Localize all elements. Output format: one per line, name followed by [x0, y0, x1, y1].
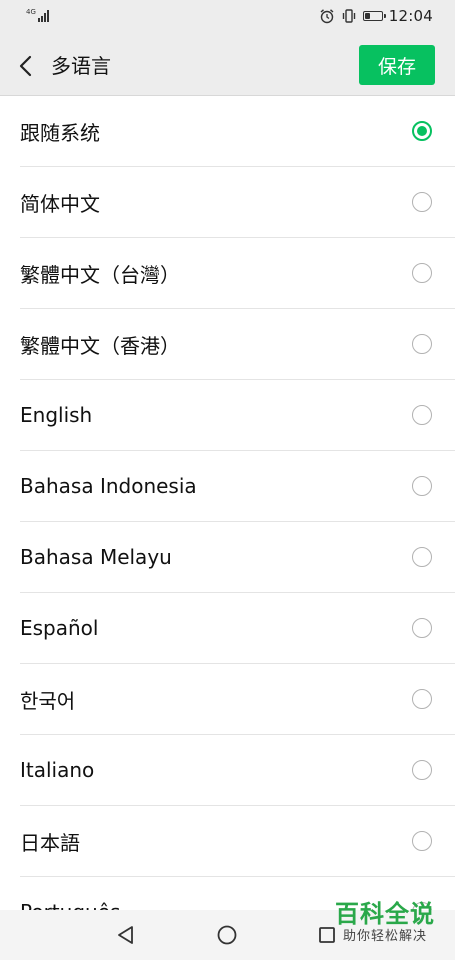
radio-unchecked-icon[interactable]: [412, 405, 432, 425]
nav-home-button[interactable]: [214, 922, 240, 948]
language-option[interactable]: Bahasa Indonesia: [20, 451, 455, 522]
page-title: 多语言: [51, 54, 111, 78]
signal-indicator: 4G: [26, 8, 49, 22]
language-option[interactable]: 한국어: [20, 664, 455, 735]
radio-unchecked-icon[interactable]: [412, 689, 432, 709]
language-label: 日本語: [20, 830, 80, 855]
language-label: Bahasa Indonesia: [20, 474, 197, 498]
back-button[interactable]: [10, 46, 42, 86]
nav-back-button[interactable]: [113, 922, 139, 948]
radio-unchecked-icon[interactable]: [412, 263, 432, 283]
language-option[interactable]: Español: [20, 593, 455, 664]
language-label: 繁體中文（香港）: [20, 333, 180, 358]
status-bar: 4G 12:04: [0, 0, 455, 36]
language-list: 跟随系统简体中文繁體中文（台灣） 繁體中文（香港） English Bahasa In…: [0, 96, 455, 910]
radio-checked-icon[interactable]: [412, 121, 432, 141]
language-option[interactable]: 繁體中文（台灣）: [20, 238, 455, 309]
chevron-left-icon: [19, 55, 32, 77]
signal-icon: [37, 8, 49, 22]
radio-unchecked-icon[interactable]: [412, 760, 432, 780]
circle-home-icon: [217, 925, 237, 945]
vibrate-icon: [341, 8, 357, 24]
language-option[interactable]: 简体中文: [20, 167, 455, 238]
language-option[interactable]: English: [20, 380, 455, 451]
language-label: 繁體中文（台灣）: [20, 262, 180, 287]
language-option[interactable]: 跟随系统: [20, 96, 455, 167]
language-label: Bahasa Melayu: [20, 545, 172, 569]
language-label: English: [20, 403, 93, 427]
language-label: Español: [20, 616, 99, 640]
radio-unchecked-icon[interactable]: [412, 618, 432, 638]
language-option[interactable]: Italiano: [20, 735, 455, 806]
language-label: 简体中文: [20, 191, 100, 216]
language-option[interactable]: 繁體中文（香港）: [20, 309, 455, 380]
radio-unchecked-icon[interactable]: [412, 476, 432, 496]
language-label: 한국어: [20, 688, 76, 713]
language-label: Italiano: [20, 758, 95, 782]
watermark-logo: 百科全说 助你轻松解决: [329, 900, 441, 954]
radio-unchecked-icon[interactable]: [412, 831, 432, 851]
radio-unchecked-icon[interactable]: [412, 334, 432, 354]
title-bar: 多语言 保存: [0, 36, 455, 96]
triangle-back-icon: [118, 926, 133, 944]
language-option[interactable]: Bahasa Melayu: [20, 522, 455, 593]
network-type: 4G: [26, 8, 36, 16]
language-option[interactable]: 日本語: [20, 806, 455, 877]
alarm-icon: [319, 8, 335, 24]
battery-icon: [362, 11, 386, 21]
save-button[interactable]: 保存: [359, 45, 435, 85]
status-time: 12:04: [388, 7, 433, 25]
radio-unchecked-icon[interactable]: [412, 192, 432, 212]
watermark-title: 百科全说: [335, 900, 435, 928]
watermark-subtitle: 助你轻松解决: [342, 929, 427, 944]
language-label: Português: [20, 900, 120, 910]
radio-unchecked-icon[interactable]: [412, 547, 432, 567]
language-label: 跟随系统: [20, 120, 100, 145]
